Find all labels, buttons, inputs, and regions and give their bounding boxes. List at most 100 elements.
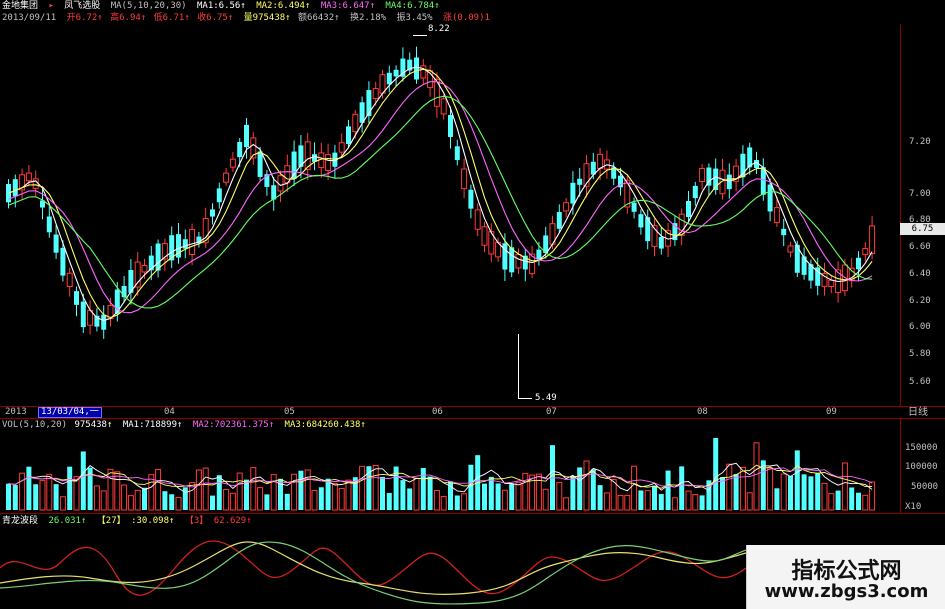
candle[interactable] — [461, 168, 468, 190]
volume-bar — [665, 470, 671, 510]
candle[interactable] — [454, 146, 460, 161]
candle[interactable] — [781, 228, 787, 236]
candle[interactable] — [80, 301, 86, 328]
oscillator-red-line — [0, 540, 746, 596]
candle[interactable] — [74, 291, 79, 305]
oscillator-chart[interactable] — [0, 528, 746, 609]
candle[interactable] — [32, 178, 39, 189]
volume-bar — [250, 467, 257, 511]
volume-bar — [774, 488, 780, 510]
volume-bar — [821, 482, 828, 511]
candle[interactable] — [787, 245, 794, 253]
volume-ma2: MA2:702361.375↑ — [192, 420, 275, 430]
volume-bar — [746, 492, 753, 511]
candle[interactable] — [828, 279, 835, 288]
candle[interactable] — [372, 88, 379, 99]
candle[interactable] — [597, 153, 604, 169]
ma3-value: MA3:6.647↑ — [320, 1, 375, 11]
candle[interactable] — [182, 239, 188, 249]
volume-bar — [509, 483, 515, 510]
candle[interactable] — [359, 102, 365, 123]
volume-bar — [93, 485, 100, 511]
price-label: 6.40 — [909, 269, 931, 279]
candle[interactable] — [346, 126, 351, 145]
candle[interactable] — [773, 207, 780, 223]
ma-params: MA(5,10,20,30) — [110, 1, 187, 11]
candle[interactable] — [563, 202, 570, 212]
candle[interactable] — [414, 57, 419, 80]
candle[interactable] — [237, 142, 243, 158]
candle[interactable] — [570, 182, 576, 204]
stock-name[interactable]: 金地集团 — [2, 1, 38, 11]
volume-bar — [53, 484, 59, 510]
candle[interactable] — [229, 158, 236, 168]
candle[interactable] — [448, 115, 453, 137]
candle[interactable] — [767, 184, 773, 212]
candle[interactable] — [101, 314, 107, 330]
candle[interactable] — [856, 257, 861, 270]
candle[interactable] — [468, 189, 474, 209]
candle[interactable] — [223, 172, 230, 183]
volume-bar — [862, 494, 869, 511]
candle[interactable] — [325, 154, 332, 171]
candle[interactable] — [631, 202, 637, 212]
candle[interactable] — [25, 172, 32, 182]
candle[interactable] — [699, 167, 706, 183]
candle[interactable] — [481, 226, 488, 246]
candle[interactable] — [393, 69, 399, 77]
volume-bar — [107, 468, 114, 511]
volume-bar — [679, 466, 685, 510]
candle[interactable] — [577, 178, 583, 185]
candle[interactable] — [379, 74, 386, 94]
current-price-tag: 6.75 — [900, 223, 945, 235]
candle[interactable] — [658, 237, 664, 249]
price-chart[interactable] — [0, 24, 900, 407]
volume-axis-label: 50000 — [911, 482, 939, 492]
candle[interactable] — [244, 124, 249, 148]
cursor-date-box[interactable]: 13/03/04,一 — [38, 407, 102, 418]
candle[interactable] — [66, 272, 73, 288]
candle[interactable] — [474, 209, 481, 230]
candle[interactable] — [210, 209, 215, 217]
candle[interactable] — [556, 212, 562, 229]
candle[interactable] — [862, 248, 869, 256]
candle[interactable] — [686, 201, 691, 217]
quote-open: 开6.72↑ — [66, 13, 103, 23]
candle[interactable] — [440, 98, 447, 115]
high-marker-line — [413, 35, 427, 36]
volume-bar — [685, 490, 692, 511]
volume-chart[interactable] — [0, 432, 900, 512]
candle[interactable] — [638, 214, 644, 228]
candle[interactable] — [692, 185, 698, 199]
candle[interactable] — [869, 225, 876, 255]
candle[interactable] — [216, 188, 222, 203]
volume-bar — [46, 473, 53, 511]
candle[interactable] — [515, 253, 522, 269]
volume-bar — [482, 483, 487, 510]
candle[interactable] — [352, 113, 359, 133]
candle[interactable] — [509, 247, 515, 273]
oscillator-green-line — [0, 541, 746, 605]
volume-axis: 150000 100000 50000 X10 — [900, 418, 945, 514]
candle[interactable] — [53, 234, 59, 253]
candle[interactable] — [386, 72, 392, 85]
candle[interactable] — [726, 174, 732, 190]
candle[interactable] — [46, 216, 52, 233]
volume-bar — [264, 494, 270, 510]
candle[interactable] — [155, 243, 161, 271]
candle[interactable] — [189, 228, 196, 256]
volume-bar — [413, 477, 420, 511]
volume-bar — [400, 480, 406, 510]
candle[interactable] — [257, 151, 263, 177]
indicator-name[interactable]: 凤飞选股 — [64, 1, 100, 11]
period-label[interactable]: 日线 — [908, 407, 928, 418]
candle[interactable] — [706, 167, 712, 186]
header-line-2: 2013/09/11 开6.72↑ 高6.94↑ 低6.71↑ 收6.75↑ 量… — [2, 13, 495, 24]
candle[interactable] — [60, 247, 66, 276]
volume-bar — [610, 478, 617, 511]
candle[interactable] — [338, 142, 345, 153]
candle[interactable] — [141, 264, 148, 273]
candle[interactable] — [536, 249, 542, 260]
candle[interactable] — [12, 179, 18, 197]
volume-bar — [372, 465, 379, 511]
